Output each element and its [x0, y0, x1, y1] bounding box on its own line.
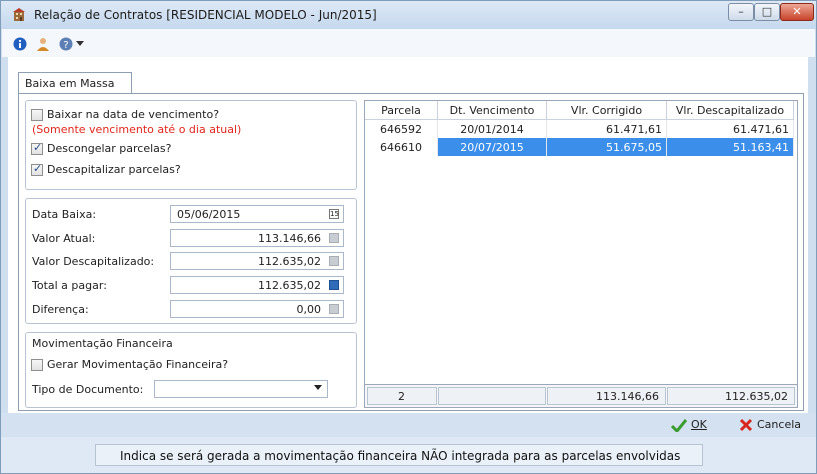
- building-icon: [13, 8, 25, 21]
- checkmark-icon: [671, 419, 687, 432]
- options-group: Baixar na data de vencimento? (Somente v…: [25, 100, 357, 190]
- status-text: Indica se será gerada a movimentação fin…: [120, 449, 681, 463]
- descongelar-checkbox[interactable]: ✓: [31, 141, 43, 155]
- baixar-data-vencimento-checkbox[interactable]: [31, 109, 43, 121]
- valor-descapitalizado-value: 112.635,02: [258, 255, 321, 268]
- tab-panel: Baixar na data de vencimento? (Somente v…: [18, 93, 804, 411]
- ok-label: OK: [691, 418, 707, 431]
- gerar-movimentacao-checkbox[interactable]: [31, 359, 43, 371]
- descapitalizado-cell: 51.163,41: [666, 138, 794, 156]
- total-pagar-label: Total a pagar:: [32, 279, 107, 292]
- footer-vencimento: [438, 387, 546, 405]
- minimize-icon: –: [738, 5, 744, 18]
- parcela-cell: 646592: [365, 119, 438, 138]
- column-header-corrigido[interactable]: Vlr. Corrigido: [546, 101, 667, 120]
- cancel-button[interactable]: Cancela: [739, 416, 811, 434]
- total-pagar-field[interactable]: 112.635,02: [170, 276, 344, 294]
- descapitalizar-label: Descapitalizar parcelas?: [47, 163, 181, 176]
- valor-atual-value: 113.146,66: [258, 232, 321, 245]
- vencimento-note: (Somente vencimento até o dia atual): [32, 123, 242, 136]
- ok-button[interactable]: OK: [671, 416, 727, 434]
- movimentacao-group-label: Movimentação Financeira: [32, 337, 173, 350]
- corrigido-cell: 61.471,61: [546, 119, 667, 138]
- corrigido-cell: 51.675,05: [546, 138, 667, 156]
- gerar-movimentacao-label: Gerar Movimentação Financeira?: [47, 358, 229, 371]
- check-icon: ✓: [33, 162, 43, 175]
- maximize-button[interactable]: □: [754, 3, 780, 21]
- descongelar-label: Descongelar parcelas?: [47, 142, 172, 155]
- column-header-parcela[interactable]: Parcela: [365, 101, 438, 120]
- data-baixa-value: 05/06/2015: [177, 208, 241, 221]
- cancel-x-icon: [739, 418, 753, 432]
- tab-label: Baixa em Massa: [25, 77, 115, 90]
- calculator-icon: [329, 233, 339, 243]
- column-header-descapitalizado[interactable]: Vlr. Descapitalizado: [666, 101, 794, 120]
- button-bar: OK Cancela: [1, 413, 816, 437]
- status-panel: Indica se será gerada a movimentação fin…: [95, 444, 703, 466]
- footer-total-corrigido-value: 113.146,66: [596, 390, 659, 403]
- footer-total-descapitalizado-value: 112.635,02: [725, 390, 788, 403]
- valor-atual-label: Valor Atual:: [32, 232, 96, 245]
- toolbar: ?: [2, 29, 815, 57]
- tipo-documento-label: Tipo de Documento:: [32, 383, 144, 396]
- maximize-icon: □: [761, 5, 773, 18]
- movimentacao-group: Movimentação Financeira Gerar Movimentaç…: [25, 332, 357, 408]
- total-pagar-value: 112.635,02: [258, 279, 321, 292]
- diferenca-value: 0,00: [296, 303, 322, 316]
- grid-footer: 2 113.146,66 112.635,02: [365, 384, 797, 407]
- valor-descapitalizado-label: Valor Descapitalizado:: [32, 255, 155, 268]
- footer-count: 2: [367, 387, 437, 405]
- descapitalizar-checkbox[interactable]: ✓: [31, 162, 43, 176]
- footer-count-value: 2: [398, 390, 405, 403]
- vencimento-cell: 20/01/2014: [437, 119, 547, 138]
- info-icon[interactable]: [13, 37, 27, 51]
- data-baixa-label: Data Baixa:: [32, 208, 97, 221]
- chevron-down-icon[interactable]: [76, 41, 84, 47]
- diferenca-field[interactable]: 0,00: [170, 300, 344, 318]
- check-icon: ✓: [33, 141, 43, 154]
- calculator-icon: [329, 256, 339, 266]
- parcelas-grid[interactable]: Parcela Dt. Vencimento Vlr. Corrigido Vl…: [364, 100, 798, 408]
- parcela-cell: 646610: [365, 138, 438, 156]
- close-button[interactable]: ✕: [780, 3, 814, 21]
- calendar-icon[interactable]: 15: [329, 209, 339, 219]
- descapitalizado-cell: 61.471,61: [666, 119, 794, 138]
- parcelas-table: Parcela Dt. Vencimento Vlr. Corrigido Vl…: [365, 101, 794, 156]
- user-icon[interactable]: [36, 37, 50, 51]
- help-icon[interactable]: ?: [59, 37, 73, 51]
- valor-descapitalizado-field[interactable]: 112.635,02: [170, 252, 344, 270]
- table-header-row: Parcela Dt. Vencimento Vlr. Corrigido Vl…: [365, 101, 794, 120]
- diferenca-label: Diferença:: [32, 303, 89, 316]
- chevron-down-icon[interactable]: [314, 385, 322, 390]
- tab-baixa-em-massa[interactable]: Baixa em Massa: [18, 72, 132, 94]
- table-row[interactable]: 646592 20/01/2014 61.471,61 61.471,61: [365, 119, 794, 138]
- close-icon: ✕: [792, 5, 802, 18]
- minimize-button[interactable]: –: [728, 3, 754, 21]
- window: Relação de Contratos [RESIDENCIAL MODELO…: [0, 0, 817, 474]
- status-bar: Indica se será gerada a movimentação fin…: [1, 437, 816, 473]
- content-area: Baixa em Massa Baixar na data de vencime…: [8, 57, 808, 413]
- footer-total-corrigido: 113.146,66: [547, 387, 666, 405]
- cancel-label: Cancela: [757, 418, 802, 431]
- column-header-vencimento[interactable]: Dt. Vencimento: [437, 101, 547, 120]
- data-baixa-field[interactable]: 05/06/2015 15: [170, 205, 344, 223]
- calculator-icon[interactable]: [329, 280, 339, 290]
- title-bar[interactable]: Relação de Contratos [RESIDENCIAL MODELO…: [1, 1, 816, 29]
- tipo-documento-select[interactable]: [154, 380, 328, 398]
- valor-atual-field[interactable]: 113.146,66: [170, 229, 344, 247]
- vencimento-cell: 20/07/2015: [437, 138, 547, 156]
- svg-text:?: ?: [63, 40, 68, 51]
- window-title: Relação de Contratos [RESIDENCIAL MODELO…: [34, 8, 377, 22]
- values-group: Data Baixa: 05/06/2015 15 Valor Atual: 1…: [25, 198, 357, 324]
- baixar-data-vencimento-label: Baixar na data de vencimento?: [47, 108, 220, 121]
- table-row[interactable]: 646610 20/07/2015 51.675,05 51.163,41: [365, 138, 794, 156]
- calculator-icon: [329, 304, 339, 314]
- footer-total-descapitalizado: 112.635,02: [667, 387, 795, 405]
